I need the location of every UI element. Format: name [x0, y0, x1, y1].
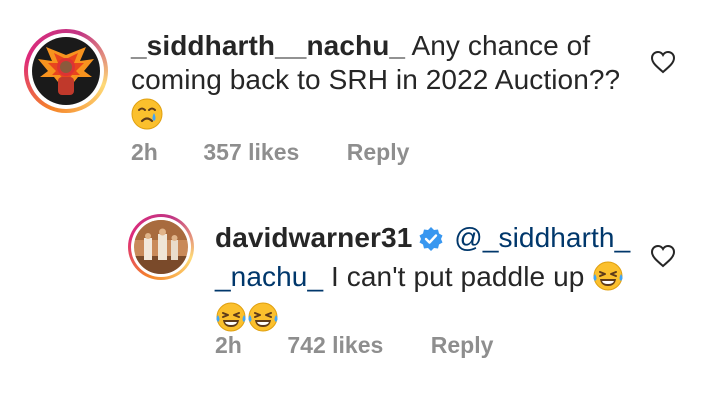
comment-meta: 2h 357 likes Reply	[131, 139, 409, 166]
reply-meta: 2h 742 likes Reply	[215, 332, 493, 359]
reply-time: 2h	[215, 332, 242, 358]
reply-mention-continued[interactable]: _nachu_	[215, 261, 323, 292]
heart-outline-icon[interactable]	[650, 244, 676, 273]
comment-time: 2h	[131, 139, 158, 165]
avatar[interactable]	[24, 29, 108, 113]
heart-outline-icon[interactable]	[650, 50, 676, 79]
reply-text: I can't put paddle up	[331, 261, 585, 292]
comment-likes[interactable]: 357 likes	[203, 139, 340, 166]
comment-body: _siddharth__nachu_ Any chance of coming …	[131, 29, 651, 134]
photo-avatar-icon	[134, 220, 188, 274]
comment-username[interactable]: _siddharth__nachu_	[131, 30, 405, 61]
reply-username[interactable]: davidwarner31	[215, 222, 412, 253]
crying-face-emoji	[131, 98, 163, 138]
reply-likes[interactable]: 742 likes	[287, 332, 424, 359]
srh-logo-avatar-icon	[32, 37, 100, 105]
verified-badge-icon	[418, 226, 444, 260]
reply-body: davidwarner31 @_siddharth_ _nachu_ I can…	[215, 221, 655, 337]
reply-button[interactable]: Reply	[431, 332, 494, 359]
comment-text-line2: coming back to SRH in 2022 Auction??	[131, 64, 621, 95]
comment-text-line1: Any chance of	[411, 30, 591, 61]
reply-button[interactable]: Reply	[347, 139, 410, 166]
avatar[interactable]	[128, 214, 194, 280]
face-with-tears-of-joy-emoji	[592, 260, 624, 300]
reply-mention[interactable]: @_siddharth_	[454, 222, 630, 253]
